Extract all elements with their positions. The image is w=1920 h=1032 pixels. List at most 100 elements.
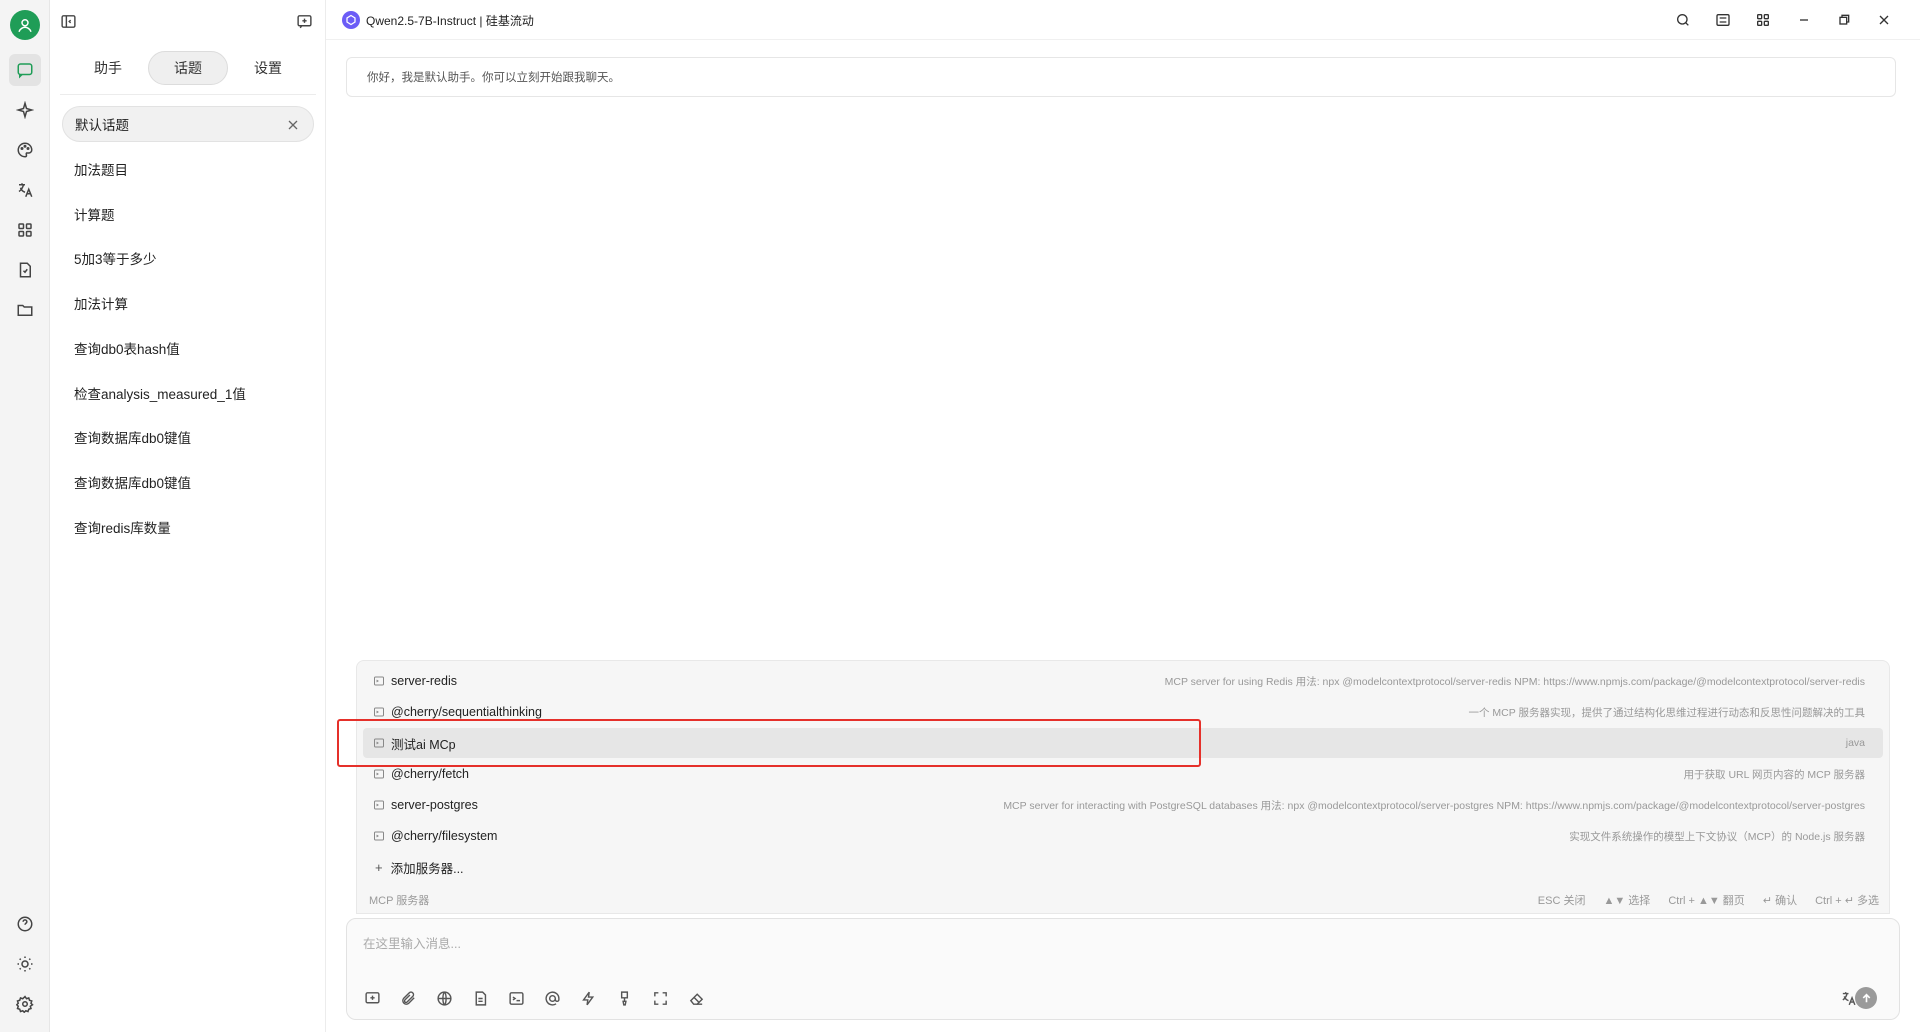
mcp-server-item[interactable]: server-redis MCP server for using Redis … [363,666,1883,696]
rail-translate[interactable] [13,178,37,202]
tab-assistants[interactable]: 助手 [68,51,148,85]
hint-close: ESC 关闭 [1537,895,1586,907]
apps-button[interactable] [1753,10,1773,30]
rail-theme[interactable] [13,952,37,976]
help-icon [17,916,33,932]
rail-paintings[interactable] [13,138,37,162]
search-button[interactable] [1673,10,1693,30]
translate-icon [18,183,33,198]
message-input[interactable]: 在这里输入消息... [363,933,461,952]
rail-folder[interactable] [13,298,37,322]
send-button[interactable] [1855,987,1877,1009]
rail-apps[interactable] [13,218,37,242]
palette-icon [17,142,33,158]
topic-item[interactable]: 加法计算 [62,285,314,321]
topic-item[interactable]: 加法题目 [62,151,314,187]
rail-agents[interactable] [13,98,37,122]
topic-item[interactable]: 查询redis库数量 [62,509,314,545]
rail-chat[interactable] [9,54,41,86]
attach-tool[interactable] [397,987,419,1009]
mcp-popup-title: MCP 服务器 [369,895,430,907]
clean-tool[interactable] [613,987,635,1009]
clear-tool[interactable] [685,987,707,1009]
topic-item[interactable]: 默认话题 [62,106,314,142]
mcp-server-desc: 一个 MCP 服务器实现，提供了通过结构化思维过程进行动态和反思性问题解决的工具 [1468,706,1865,719]
restore-icon [1839,14,1850,25]
mention-tool[interactable] [541,987,563,1009]
mcp-popup-footer: MCP 服务器 ESC 关闭 ▲▼ 选择 Ctrl + ▲▼ 翻页 ↵ 确认 C… [357,887,1891,911]
toggle-sidebar-button[interactable] [58,11,78,31]
topic-item[interactable]: 检查analysis_measured_1值 [62,375,314,411]
send-icon [1862,993,1870,1002]
mcp-server-item[interactable]: @cherry/filesystem 实现文件系统操作的模型上下文协议（MCP）… [363,821,1883,851]
close-window-button[interactable] [1874,10,1894,30]
attach-icon [401,990,415,1005]
brush-icon [620,990,628,1006]
expand-tool[interactable] [649,987,671,1009]
topic-label: 计算题 [74,208,115,223]
topic-label: 查询数据库db0键值 [74,431,192,446]
mcp-server-name: @cherry/fetch [391,767,469,781]
terminal-icon [508,991,524,1005]
topic-label: 默认话题 [75,118,129,133]
chat-icon [17,63,33,79]
model-provider-icon [346,14,356,26]
topic-item[interactable]: 5加3等于多少 [62,240,314,276]
document-icon [475,990,486,1006]
topic-item[interactable]: 查询db0表hash值 [62,330,314,366]
topic-label: 查询redis库数量 [74,521,171,536]
hint-page: Ctrl + ▲▼ 翻页 [1668,895,1745,907]
topic-label: 5加3等于多少 [74,252,157,267]
new-topic-button[interactable] [294,11,314,31]
minimize-icon [1800,19,1808,21]
restore-button[interactable] [1834,10,1854,30]
rail-help[interactable] [13,912,37,936]
gear-icon [16,995,34,1013]
mcp-server-name: @cherry/sequentialthinking [391,705,542,719]
layout-button[interactable] [1713,10,1733,30]
avatar[interactable] [10,10,40,40]
mcp-tool[interactable] [505,987,527,1009]
terminal-icon [374,769,384,779]
file-icon [19,262,31,278]
rail-files[interactable] [13,258,37,282]
rail-settings[interactable] [13,992,37,1016]
topic-label: 加法题目 [74,163,128,178]
web-search-tool[interactable] [433,987,455,1009]
close-icon[interactable] [285,117,301,133]
topic-sidebar: 助手 话题 设置 默认话题 加法题目 计算题 5加3等于多少 加法计算 查询db… [50,0,326,1032]
message-input-box[interactable]: 在这里输入消息... [346,918,1900,1020]
terminal-icon [374,707,384,717]
add-server-item[interactable]: + 添加服务器... [363,852,1883,882]
topic-item[interactable]: 查询数据库db0键值 [62,419,314,455]
add-server-label: 添加服务器... [390,861,464,876]
mcp-server-name: server-postgres [391,798,478,812]
knowledge-tool[interactable] [469,987,491,1009]
tabs-divider [60,94,316,95]
topic-label: 查询db0表hash值 [74,342,180,357]
tab-settings[interactable]: 设置 [228,51,308,85]
new-topic-tool[interactable] [361,987,383,1009]
eraser-icon [689,992,703,1005]
topic-item[interactable]: 查询数据库db0键值 [62,464,314,500]
topic-item[interactable]: 计算题 [62,196,314,232]
minimize-button[interactable] [1794,10,1814,30]
plus-icon: + [375,859,383,875]
lightning-icon [581,991,594,1005]
quick-phrase-tool[interactable] [577,987,599,1009]
tab-topics[interactable]: 话题 [148,51,228,85]
mention-icon [544,990,560,1006]
mcp-server-desc: java [1845,737,1865,749]
translate-icon [1841,991,1856,1005]
mcp-server-desc: 实现文件系统操作的模型上下文协议（MCP）的 Node.js 服务器 [1569,830,1865,843]
model-selector[interactable]: Qwen2.5-7B-Instruct | 硅基流动 [366,12,534,29]
title-bar: Qwen2.5-7B-Instruct | 硅基流动 [326,0,1920,40]
hint-select: ▲▼ 选择 [1603,895,1651,907]
topic-label: 查询数据库db0键值 [74,476,192,491]
mcp-server-name: @cherry/filesystem [391,829,498,843]
sun-icon [17,956,33,972]
mcp-server-name: server-redis [391,674,457,688]
new-topic-icon [296,14,312,28]
annotation-highlight-box [337,719,1201,767]
mcp-server-item[interactable]: server-postgres MCP server for interacti… [363,790,1883,820]
